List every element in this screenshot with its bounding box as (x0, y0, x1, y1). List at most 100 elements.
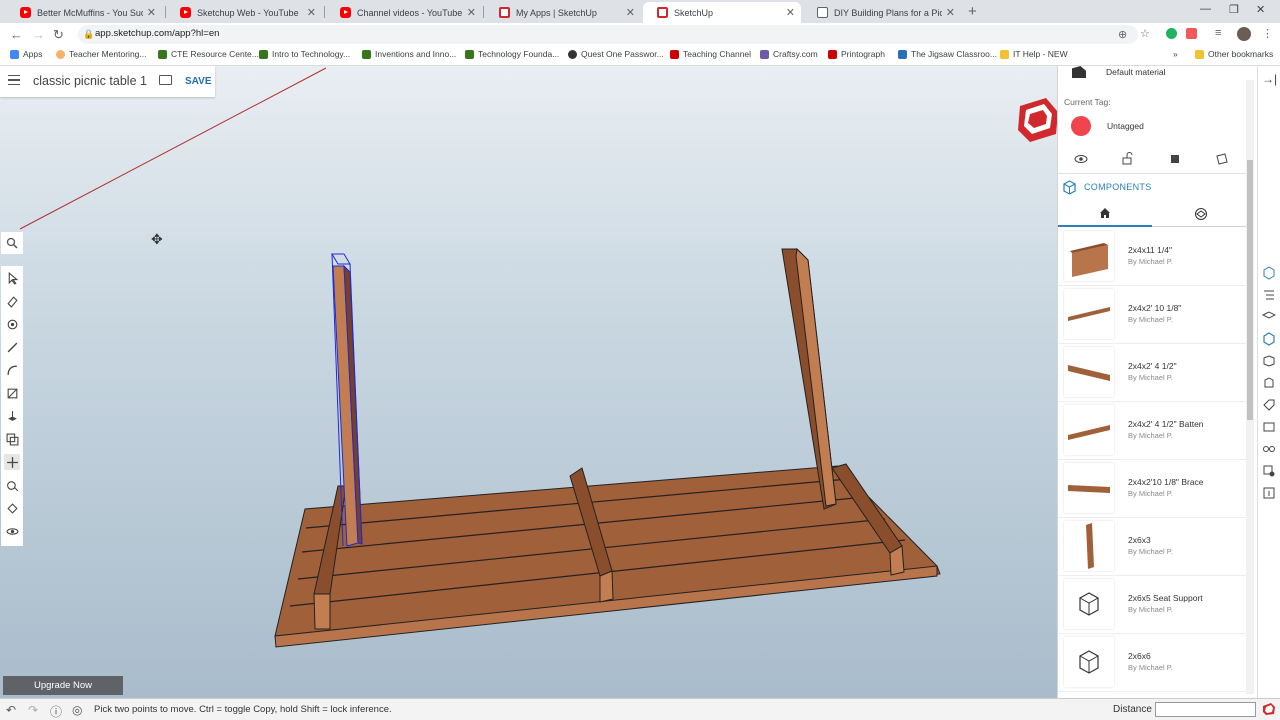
component-item[interactable]: 2x4x2' 4 1/2" Batten By Michael P. (1058, 402, 1248, 460)
bookmark-item[interactable]: CTE Resource Cente... (158, 49, 259, 59)
styles-icon[interactable] (1262, 376, 1276, 390)
tag-color-swatch[interactable] (1071, 116, 1091, 136)
close-icon[interactable]: ✕ (946, 6, 955, 19)
component-item[interactable]: 2x4x2' 10 1/8" By Michael P. (1058, 286, 1248, 344)
redo-icon[interactable]: ↷ (28, 703, 38, 717)
address-bar[interactable]: 🔒 app.sketchup.com/app?hl=en ⊕ (78, 25, 1138, 44)
hamburger-menu-icon[interactable] (8, 75, 20, 85)
close-icon[interactable]: ✕ (786, 6, 795, 19)
bookmark-item[interactable]: Printograph (828, 49, 885, 59)
component-item[interactable]: 2x6x6 By Michael P. (1058, 634, 1248, 692)
bookmark-item[interactable]: IT Help - NEW (1000, 49, 1068, 59)
solid-inspector-icon[interactable] (1262, 464, 1276, 478)
bookmark-item[interactable]: Technology Founda... (465, 49, 559, 59)
folder-icon[interactable] (159, 75, 172, 85)
select-tool-icon[interactable] (4, 270, 20, 286)
model-viewport[interactable]: classic picnic table 1 SAVE ✥ Upgrade No… (0, 66, 1057, 698)
browser-tab[interactable]: Channel videos - YouTube Studio ✕ (326, 2, 482, 23)
bookmark-item[interactable]: Intro to Technology... (259, 49, 350, 59)
bookmark-apps[interactable]: Apps (10, 49, 42, 59)
eye-icon[interactable] (1074, 152, 1088, 166)
globe-icon[interactable]: ◎ (72, 703, 82, 717)
browser-tab[interactable]: DIY Building Plans for a Picnic Ta ✕ (803, 2, 961, 23)
search-tool[interactable] (1, 232, 23, 254)
offset-tool-icon[interactable] (4, 431, 20, 447)
bookmark-item[interactable]: Quest One Passwor... (568, 49, 664, 59)
panel-scrollbar[interactable] (1247, 160, 1253, 420)
arc-tool-icon[interactable] (4, 362, 20, 378)
bookmark-item[interactable]: The Jigsaw Classroo... (898, 49, 997, 59)
cast-shadows-icon[interactable] (1168, 152, 1182, 166)
outliner-icon[interactable] (1262, 288, 1276, 302)
close-icon[interactable]: ✕ (307, 6, 316, 19)
components-panel-icon[interactable] (1262, 332, 1276, 346)
push-pull-tool-icon[interactable] (4, 408, 20, 424)
model-scene[interactable] (0, 66, 1057, 698)
tags-icon[interactable] (1262, 398, 1276, 412)
browser-tab[interactable]: My Apps | SketchUp ✕ (485, 2, 641, 23)
model-info-icon[interactable] (1262, 486, 1276, 500)
browser-tab[interactable]: Better McMuffins - You Suck at C ✕ (6, 2, 162, 23)
avatar[interactable] (1237, 27, 1251, 41)
back-icon[interactable]: ← (10, 27, 23, 42)
component-item[interactable]: 2x4x2'10 1/8" Brace By Michael P. (1058, 460, 1248, 518)
new-tab-button[interactable]: + (968, 3, 977, 20)
restore-button[interactable]: ❐ (1229, 3, 1239, 16)
media-icon[interactable]: ≡ (1215, 27, 1221, 39)
tag-tool-icon[interactable] (4, 316, 20, 332)
close-icon[interactable]: ✕ (147, 6, 156, 19)
move-tool-icon[interactable] (4, 454, 20, 470)
menu-dots-icon[interactable]: ⋮ (1262, 27, 1273, 40)
browser-tab-active[interactable]: SketchUp ✕ (643, 2, 801, 23)
tape-measure-tool-icon[interactable] (4, 477, 20, 493)
collapse-panel-icon[interactable]: →| (1262, 72, 1277, 86)
eraser-tool-icon[interactable] (4, 293, 20, 309)
right-panel: Default material Current Tag: Untagged C… (1057, 66, 1257, 698)
undo-icon[interactable]: ↶ (6, 703, 16, 717)
browser-tab[interactable]: Sketchup Web - YouTube ✕ (166, 2, 322, 23)
forward-icon[interactable]: → (32, 27, 45, 42)
rectangle-tool-icon[interactable] (4, 385, 20, 401)
distance-input[interactable] (1155, 702, 1256, 717)
component-item[interactable]: 2x6x5 Seat Support By Michael P. (1058, 576, 1248, 634)
bookmark-item[interactable]: Teaching Channel (670, 49, 751, 59)
extension-icon[interactable] (1186, 28, 1197, 39)
paint-bucket-tool-icon[interactable] (4, 500, 20, 516)
orbit-tool-icon[interactable] (4, 523, 20, 539)
model-name[interactable]: classic picnic table 1 (33, 74, 147, 88)
current-tag-name[interactable]: Untagged (1107, 121, 1144, 131)
bookmark-item[interactable]: Inventions and Inno... (362, 49, 456, 59)
bookmark-item[interactable]: Craftsy.com (760, 49, 818, 59)
close-icon[interactable]: ✕ (626, 6, 635, 19)
upgrade-now-button[interactable]: Upgrade Now (3, 676, 123, 695)
bookmark-item[interactable]: Teacher Mentoring... (56, 49, 146, 59)
display-icon[interactable] (1262, 442, 1276, 456)
scenes-icon[interactable] (1262, 420, 1276, 434)
other-bookmarks[interactable]: Other bookmarks (1195, 49, 1273, 59)
help-icon[interactable]: ⓘ (50, 703, 62, 720)
save-button[interactable]: SAVE (185, 76, 212, 87)
pencil-tool-icon[interactable] (4, 339, 20, 355)
close-icon[interactable]: ✕ (467, 6, 476, 19)
more-bookmarks-button[interactable]: » (1173, 49, 1178, 59)
instructor-icon[interactable] (1262, 310, 1276, 324)
close-window-button[interactable]: ✕ (1256, 3, 1265, 16)
tab-in-model[interactable] (1058, 200, 1152, 227)
tab-3d-warehouse[interactable] (1154, 200, 1248, 227)
home-icon (1100, 207, 1110, 218)
material-row[interactable]: Default material (1072, 66, 1166, 78)
receive-shadows-icon[interactable] (1215, 152, 1229, 166)
entity-info-icon[interactable] (1262, 266, 1276, 280)
component-item[interactable]: 2x4x11 1/4" By Michael P. (1058, 228, 1248, 286)
bookmark-favicon (56, 49, 65, 59)
component-item[interactable]: 2x4x2' 4 1/2" By Michael P. (1058, 344, 1248, 402)
apps-grid-icon (10, 49, 19, 59)
materials-icon[interactable] (1262, 354, 1276, 368)
extension-grammarly-icon[interactable] (1166, 28, 1177, 39)
minimize-button[interactable]: — (1200, 3, 1211, 15)
unlock-icon[interactable] (1121, 152, 1135, 166)
install-icon[interactable]: ⊕ (1118, 28, 1127, 41)
reload-icon[interactable]: ↻ (53, 27, 64, 43)
component-item[interactable]: 2x6x3 By Michael P. (1058, 518, 1248, 576)
star-icon[interactable]: ☆ (1140, 27, 1150, 40)
